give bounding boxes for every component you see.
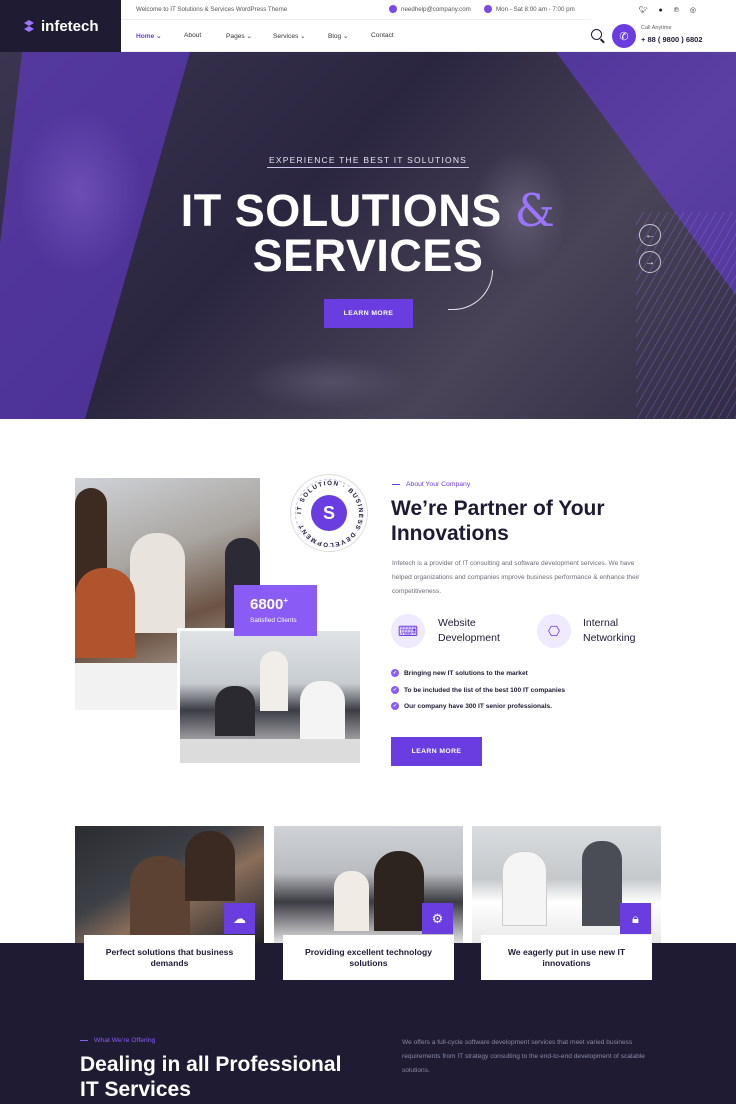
check-item: ✓ To be included the list of the best 100…: [391, 686, 566, 694]
check-item: ✓ Bringing new IT solutions to the market: [391, 669, 528, 677]
twitter-icon[interactable]: 🐦︎: [639, 6, 648, 14]
satisfied-clients-stat: 6800+ Satisfied Clients: [234, 585, 317, 636]
hours-text: Mon - Sat 8:00 am - 7:00 pm: [496, 5, 575, 13]
nav-blog[interactable]: Blog ⌄: [328, 32, 349, 40]
logo-text: infetech: [41, 17, 99, 35]
about-learn-more-button[interactable]: LEARN MORE: [391, 737, 482, 766]
hero-learn-more-button[interactable]: LEARN MORE: [324, 299, 413, 328]
search-icon[interactable]: [591, 29, 602, 40]
stat-number: 6800+: [250, 596, 289, 613]
nav-about[interactable]: About: [184, 32, 201, 39]
card-title-technology[interactable]: Providing excellent technology solutions: [283, 935, 454, 980]
hours-info: Mon - Sat 8:00 am - 7:00 pm: [484, 5, 575, 13]
offering-tag: What We’re Offering: [80, 1037, 155, 1044]
hero-kicker-text: EXPERIENCE THE BEST IT SOLUTIONS: [266, 155, 470, 168]
check-icon: ✓: [391, 702, 399, 710]
instagram-icon[interactable]: ◎: [690, 6, 696, 14]
security-lock-icon: 🔒︎: [620, 903, 651, 934]
nav-contact[interactable]: Contact: [371, 32, 394, 39]
feature-internal-networking: ⎔ Internal Networking: [537, 614, 653, 648]
badge-circle-text: IT SOLUTION · BUSINESS DEVELOPMENT: [296, 480, 364, 548]
stat-label: Satisfied Clients: [250, 617, 297, 624]
slider-next-button[interactable]: →: [639, 251, 661, 273]
feature-title: Website Development: [438, 617, 500, 644]
social-links: 🐦︎ ● ℗ ◎: [591, 0, 736, 20]
offering-title: Dealing in all Professional IT Services: [80, 1053, 342, 1101]
about-tag: About Your Company: [392, 481, 470, 488]
offering-description: We offers a full-cycle software developm…: [402, 1039, 645, 1074]
welcome-text: Welcome to IT Solutions & Services WordP…: [136, 6, 288, 13]
svg-text:IT SOLUTION · BUSINESS DEVELOP: IT SOLUTION · BUSINESS DEVELOPMENT: [296, 480, 364, 548]
email-text: needhelp@company.com: [401, 5, 471, 13]
check-item: ✓ Our company have 300 IT senior professi…: [391, 702, 553, 710]
hero-kicker: EXPERIENCE THE BEST IT SOLUTIONS: [0, 155, 736, 168]
hero-title-line2: SERVICES: [252, 230, 484, 281]
logo[interactable]: infetech: [0, 0, 121, 52]
code-screen-icon: ⌨: [391, 614, 425, 648]
pinterest-icon[interactable]: ℗: [674, 7, 679, 14]
feature-title: Internal Networking: [583, 617, 636, 644]
email-link[interactable]: needhelp@company.com: [389, 5, 471, 13]
facebook-icon[interactable]: ●: [658, 7, 662, 14]
check-icon: ✓: [391, 669, 399, 677]
call-label: Call Anytime: [641, 25, 672, 31]
nav-pages[interactable]: Pages ⌄: [226, 32, 252, 40]
phone-icon[interactable]: ✆: [612, 24, 636, 48]
nav-home[interactable]: Home ⌄: [136, 32, 162, 40]
cloud-network-icon: ☁: [224, 903, 255, 934]
hero-banner: EXPERIENCE THE BEST IT SOLUTIONS IT SOLU…: [0, 52, 736, 419]
hero-title-text1: IT SOLUTIONS: [180, 185, 502, 236]
gear-head-icon: ⚙: [422, 903, 453, 934]
mail-icon: [389, 5, 397, 13]
call-number[interactable]: + 88 ( 9800 ) 6802: [641, 35, 703, 44]
main-nav: Home ⌄ About Pages ⌄ Services ⌄ Blog ⌄ C…: [121, 20, 736, 52]
it-solution-badge: IT SOLUTION · BUSINESS DEVELOPMENT S: [290, 474, 368, 552]
top-info-bar: Welcome to IT Solutions & Services WordP…: [121, 0, 591, 20]
network-icon: ⎔: [537, 614, 571, 648]
slider-prev-button[interactable]: ←: [639, 224, 661, 246]
check-icon: ✓: [391, 686, 399, 694]
about-description: Infetech is a provider of IT consulting …: [392, 560, 640, 595]
about-image-meeting: [177, 628, 363, 766]
feature-website-development: ⌨ Website Development: [391, 614, 513, 648]
card-title-solutions[interactable]: Perfect solutions that business demands: [84, 935, 255, 980]
about-title: We’re Partner of Your Innovations: [391, 497, 605, 545]
nav-services[interactable]: Services ⌄: [273, 32, 306, 40]
card-title-innovations[interactable]: We eagerly put in use new IT innovations: [481, 935, 652, 980]
logo-icon: [24, 20, 34, 32]
clock-icon: [484, 5, 492, 13]
